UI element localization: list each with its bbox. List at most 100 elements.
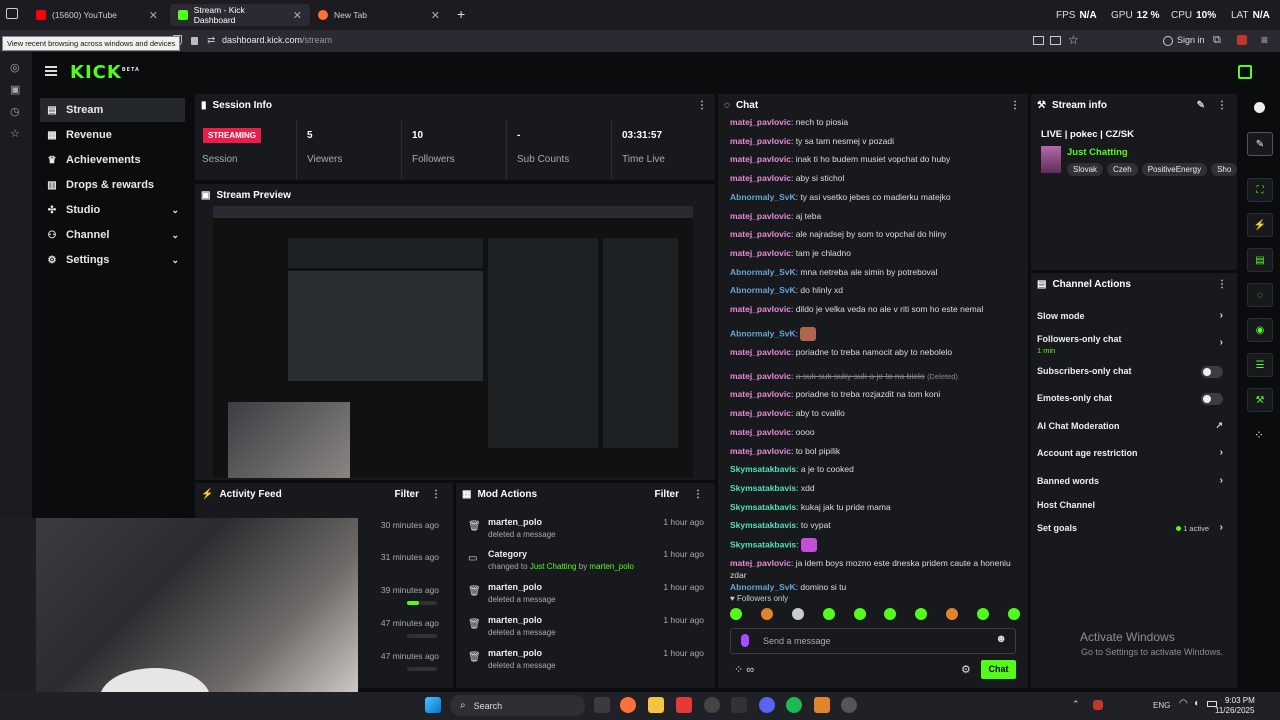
chat-username[interactable]: matej_pavlovic [730, 408, 791, 418]
rail-fullscreen-button[interactable]: ⛶ [1247, 178, 1273, 202]
tag[interactable]: PositiveEnergy [1141, 163, 1208, 176]
app-red-icon[interactable] [676, 697, 692, 713]
reader-view-icon[interactable] [1033, 36, 1044, 45]
tab-overview-icon[interactable] [6, 8, 18, 19]
chat-username[interactable]: matej_pavlovic [730, 446, 791, 456]
stream-preview-video[interactable] [213, 206, 693, 478]
chat-username[interactable]: matej_pavlovic [730, 211, 791, 221]
tray-lang[interactable]: ENG [1153, 701, 1170, 710]
tag[interactable]: Czeh [1107, 163, 1138, 176]
lock-icon[interactable] [191, 37, 198, 45]
volume-icon[interactable]: ◖ [1193, 698, 1199, 709]
tag[interactable]: Sho [1211, 163, 1237, 176]
emote-icon[interactable] [760, 608, 773, 620]
user-link[interactable]: marten_polo [589, 562, 633, 571]
category-thumbnail[interactable] [1041, 146, 1061, 173]
emote-icon[interactable] [730, 608, 742, 620]
synced-tabs-icon[interactable]: ▣ [10, 83, 22, 96]
banned-words-row[interactable]: Banned words › [1031, 470, 1231, 494]
rail-notes-button[interactable]: ▤ [1247, 248, 1273, 272]
nav-settings[interactable]: ⚙ Settings ⌄ [40, 248, 185, 272]
chat-username[interactable]: matej_pavlovic [730, 154, 791, 164]
close-icon[interactable]: ✕ [431, 9, 440, 22]
nav-drops[interactable]: ▥ Drops & rewards [40, 173, 185, 197]
edit-layout-button[interactable]: ✎ [1247, 132, 1273, 156]
category-link[interactable]: Just Chatting [530, 562, 577, 571]
chat-username[interactable]: matej_pavlovic [730, 558, 791, 568]
rail-apps-icon[interactable]: ⁘ [1254, 428, 1264, 442]
mod-user[interactable]: marten_polo [488, 615, 542, 625]
explorer-icon[interactable] [648, 697, 664, 713]
tab-youtube[interactable]: (15600) YouTube ✕ [28, 4, 166, 26]
more-icon[interactable]: ⋮ [1217, 279, 1227, 290]
pip-icon[interactable] [1050, 36, 1061, 45]
wifi-icon[interactable]: ◠ [1179, 698, 1188, 709]
chat-username[interactable]: Abnormaly_SvK [730, 267, 796, 277]
chat-username[interactable]: matej_pavlovic [730, 248, 791, 258]
chat-username[interactable]: matej_pavlovic [730, 347, 791, 357]
chat-username[interactable]: Abnormaly_SvK [730, 582, 796, 592]
more-icon[interactable]: ⋮ [693, 489, 703, 500]
tag[interactable]: Slovak [1067, 163, 1104, 176]
emoji-icon[interactable]: ☻ [995, 633, 1007, 645]
slow-mode-row[interactable]: Slow mode › [1031, 305, 1231, 329]
emote-icon[interactable] [915, 608, 928, 620]
emote-icon[interactable] [791, 608, 804, 620]
discord-icon[interactable] [759, 697, 775, 713]
bookmarks-icon[interactable]: ☆ [10, 127, 22, 140]
tab-new[interactable]: New Tab ✕ [310, 4, 448, 26]
spotify-icon[interactable] [786, 697, 802, 713]
account-age-row[interactable]: Account age restriction › [1031, 442, 1231, 466]
chat-username[interactable]: Abnormaly_SvK [730, 192, 796, 202]
more-icon[interactable]: ⋮ [1217, 100, 1227, 111]
chat-username[interactable]: Skymsatakbavis [730, 502, 796, 512]
chat-username[interactable]: Abnormaly_SvK [730, 285, 796, 295]
chat-username[interactable]: Abnormaly_SvK [730, 328, 796, 338]
kick-logo[interactable]: KICKBETA [70, 62, 140, 83]
rail-bolt-button[interactable]: ⚡ [1247, 213, 1273, 237]
chat-username[interactable]: matej_pavlovic [730, 427, 791, 437]
chat-username[interactable]: Skymsatakbavis [730, 483, 796, 493]
info-icon[interactable] [1254, 102, 1265, 113]
hamburger-menu-icon[interactable] [45, 66, 57, 76]
chat-username[interactable]: Skymsatakbavis [730, 539, 796, 549]
app-arrow-icon[interactable] [731, 697, 747, 713]
clock-date[interactable]: 11/26/2025 [1215, 706, 1254, 715]
extensions-icon[interactable]: ⧉ [1213, 34, 1221, 47]
app-gear-icon[interactable] [841, 697, 857, 713]
nav-revenue[interactable]: ▦ Revenue [40, 123, 185, 147]
nav-channel[interactable]: ⚇ Channel ⌄ [40, 223, 185, 247]
rail-tools-button[interactable]: ⚒ [1247, 388, 1273, 412]
chat-username[interactable]: matej_pavlovic [730, 304, 791, 314]
kick-mini-logo-icon[interactable] [1238, 65, 1252, 79]
menu-icon[interactable]: ≡ [1261, 33, 1268, 47]
host-channel-row[interactable]: Host Channel [1031, 494, 1231, 518]
chat-username[interactable]: matej_pavlovic [730, 371, 791, 381]
set-goals-row[interactable]: Set goals 1 active › [1031, 517, 1231, 541]
emotes-only-toggle[interactable] [1201, 393, 1223, 405]
more-icon[interactable]: ⋮ [697, 100, 707, 111]
rail-chat-button[interactable]: ◌ [1247, 283, 1273, 307]
tray-chevron-up-icon[interactable]: ⌃ [1072, 699, 1080, 710]
emote-icon[interactable] [1007, 608, 1020, 620]
obs-icon[interactable] [704, 697, 720, 713]
emote-icon[interactable] [884, 608, 897, 620]
extension-red-icon[interactable] [1237, 35, 1247, 45]
chat-username[interactable]: matej_pavlovic [730, 389, 791, 399]
filter-button[interactable]: Filter [655, 489, 679, 500]
chat-username[interactable]: matej_pavlovic [730, 229, 791, 239]
tab-kick-dashboard[interactable]: Stream - Kick Dashboard ✕ [170, 4, 310, 26]
close-icon[interactable]: ✕ [293, 9, 302, 22]
star-icon[interactable]: ☆ [1068, 33, 1079, 47]
category-link[interactable]: Just Chatting [1067, 147, 1128, 158]
chat-username[interactable]: matej_pavlovic [730, 173, 791, 183]
ai-chat-icon[interactable]: ◎ [10, 61, 22, 74]
mod-user[interactable]: marten_polo [488, 517, 542, 527]
emote-icon[interactable] [946, 608, 959, 620]
new-tab-button[interactable]: + [457, 6, 465, 22]
filter-button[interactable]: Filter [395, 489, 419, 500]
rail-broadcast-button[interactable]: ◉ [1247, 318, 1273, 342]
nav-studio[interactable]: ✣ Studio ⌄ [40, 198, 185, 222]
mic-icon[interactable] [741, 634, 749, 647]
clock-time[interactable]: 9:03 PM [1225, 696, 1255, 705]
